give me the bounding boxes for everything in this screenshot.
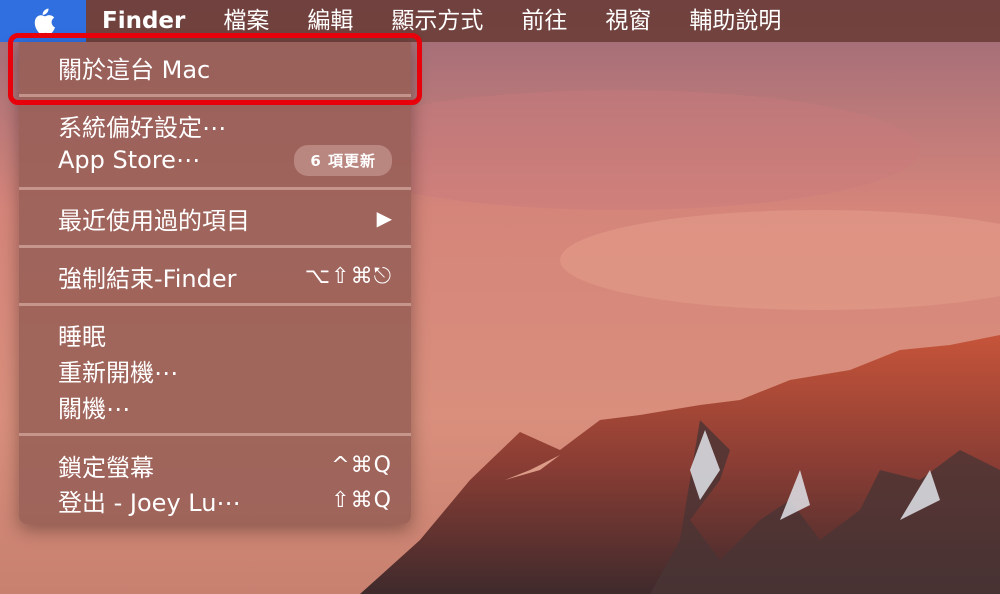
- menu-item-label: 重新開機⋯: [58, 358, 178, 387]
- update-count-badge: 6 項更新: [294, 144, 392, 176]
- menu-item-app-store[interactable]: App Store⋯ 6 項更新: [19, 142, 411, 178]
- menu-item-shutdown[interactable]: 關機⋯: [19, 388, 411, 424]
- menu-item-recent-items[interactable]: 最近使用過的項目 ▶: [19, 200, 411, 236]
- menu-item-logout[interactable]: 登出 - Joey Lu⋯ ⇧⌘Q: [19, 482, 411, 518]
- submenu-arrow-icon: ▶: [376, 206, 392, 230]
- menu-item-force-quit[interactable]: 強制結束-Finder ⌥⇧⌘⎋: [19, 258, 411, 294]
- menu-item-label: 關機⋯: [58, 394, 130, 423]
- apple-dropdown-menu: 關於這台 Mac 系統偏好設定⋯ App Store⋯ 6 項更新 最近使用過的…: [19, 42, 411, 524]
- menu-separator: [19, 303, 411, 306]
- apple-logo-icon: [30, 6, 56, 36]
- highlight-box: [8, 33, 422, 105]
- menu-item-label: 最近使用過的項目: [58, 206, 250, 235]
- menu-item-system-preferences[interactable]: 系統偏好設定⋯: [19, 107, 411, 143]
- menu-help[interactable]: 輔助說明: [670, 0, 800, 42]
- keyboard-shortcut: ^⌘Q: [331, 452, 392, 478]
- menu-separator: [19, 433, 411, 436]
- menu-item-label: 系統偏好設定⋯: [58, 113, 226, 142]
- menu-window[interactable]: 視窗: [586, 0, 670, 42]
- menu-go[interactable]: 前往: [502, 0, 586, 42]
- keyboard-shortcut: ⌥⇧⌘⎋: [304, 263, 392, 289]
- menu-item-label: App Store⋯: [58, 146, 200, 174]
- menu-item-lock-screen[interactable]: 鎖定螢幕 ^⌘Q: [19, 447, 411, 483]
- menu-item-label: 鎖定螢幕: [58, 453, 154, 482]
- keyboard-shortcut: ⇧⌘Q: [331, 487, 392, 513]
- menu-item-restart[interactable]: 重新開機⋯: [19, 352, 411, 388]
- menu-item-label: 睡眠: [58, 322, 106, 351]
- menu-separator: [19, 245, 411, 248]
- menu-separator: [19, 187, 411, 190]
- menu-item-label: 登出 - Joey Lu⋯: [58, 488, 241, 517]
- menu-item-label: 強制結束-Finder: [58, 264, 237, 293]
- menu-item-sleep[interactable]: 睡眠: [19, 316, 411, 352]
